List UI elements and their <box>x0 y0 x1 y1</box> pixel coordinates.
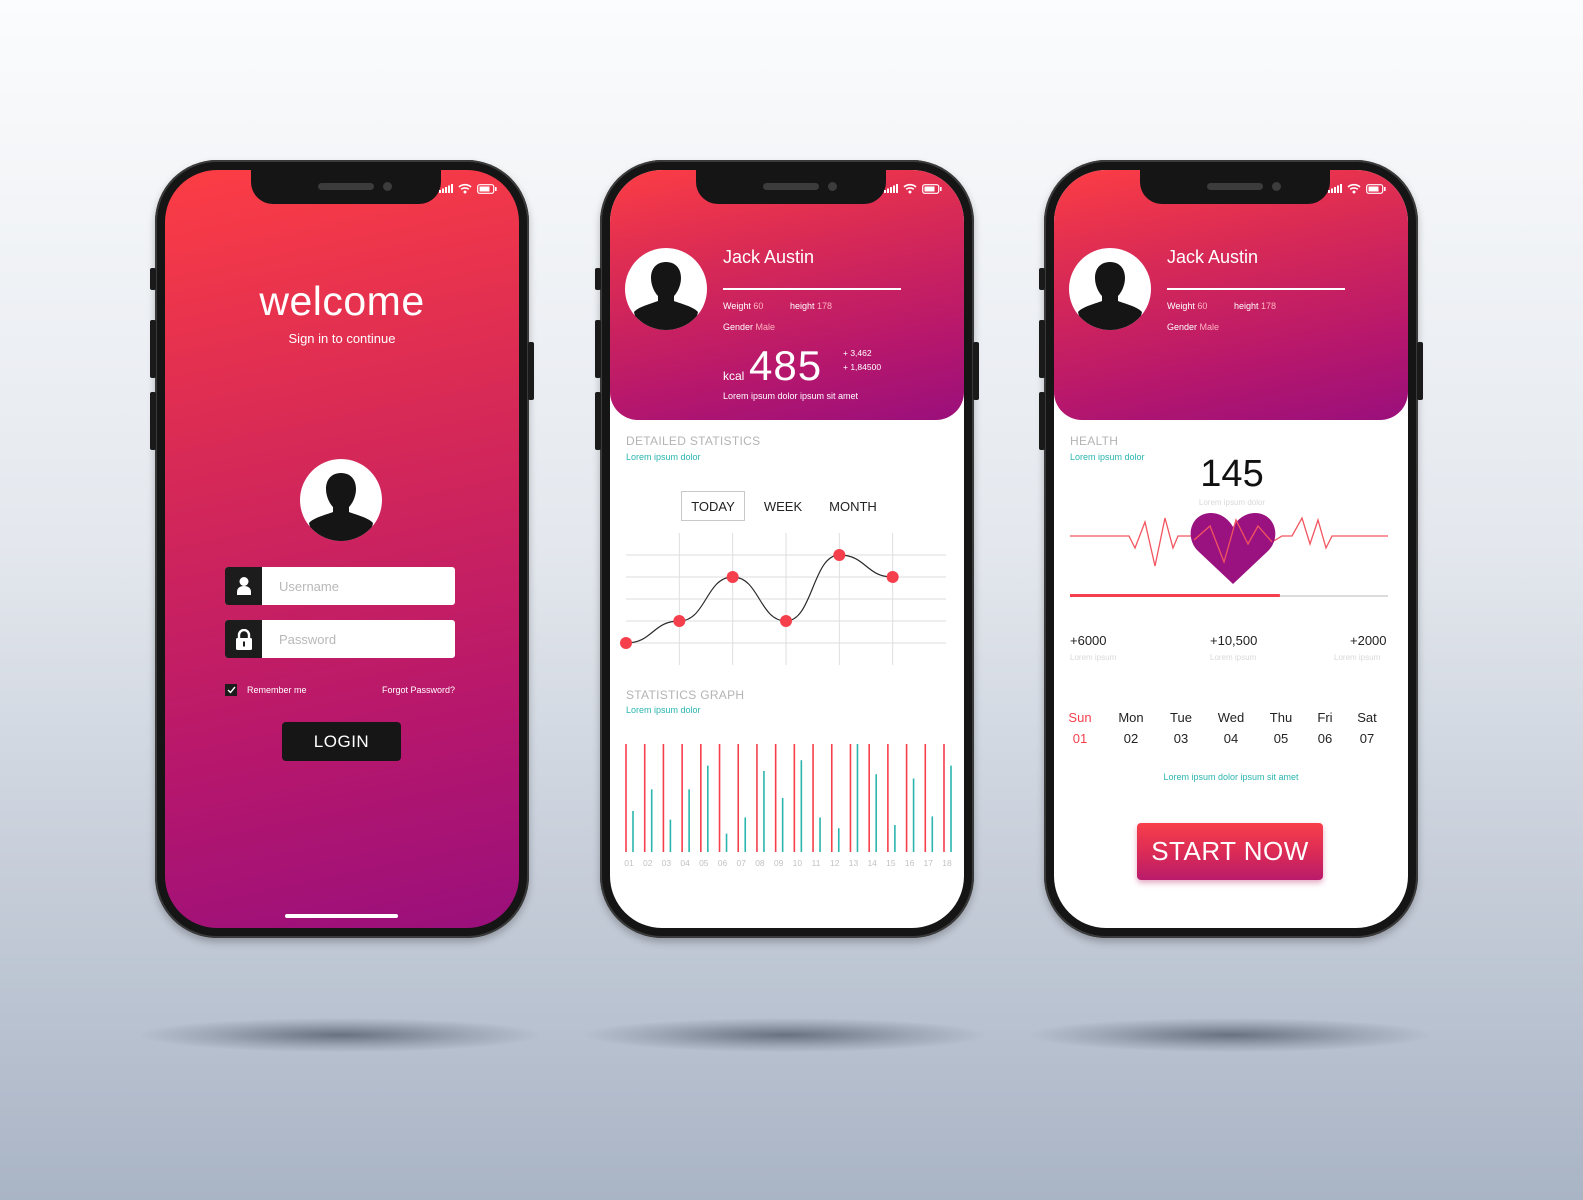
wifi-icon <box>903 183 917 194</box>
side-button <box>1039 268 1045 290</box>
metric-value-1: +6000 <box>1070 633 1107 648</box>
phone-shadow <box>585 1018 985 1052</box>
progress-fill <box>1070 594 1280 597</box>
bar-tick-label: 12 <box>830 858 840 868</box>
day-tue[interactable]: Tue <box>1159 710 1203 725</box>
bar-tick-label: 11 <box>812 858 821 868</box>
bar-tick-label: 06 <box>718 858 728 868</box>
user-icon <box>225 567 262 605</box>
phone-health: Jack Austin Weight 60 height 178 Gender … <box>1039 160 1423 938</box>
status-bar <box>439 183 497 194</box>
user-silhouette-icon <box>309 473 373 541</box>
notch <box>696 170 886 204</box>
status-bar <box>1328 183 1386 194</box>
start-now-button[interactable]: START NOW <box>1137 823 1323 880</box>
heart-icon <box>1190 513 1276 584</box>
day-sun[interactable]: Sun <box>1058 710 1102 725</box>
forgot-password-link[interactable]: Forgot Password? <box>382 685 455 695</box>
day-thu[interactable]: Thu <box>1259 710 1303 725</box>
date-03[interactable]: 03 <box>1159 731 1203 746</box>
phone-shadow <box>1030 1018 1430 1052</box>
bar-tick-label: 09 <box>774 858 784 868</box>
battery-icon <box>477 183 497 194</box>
bar-chart: 01 02 03 04 05 06 07 08 09 10 11 12 13 14 15 16 17 18 <box>624 744 952 868</box>
remember-me[interactable]: Remember me <box>225 684 307 696</box>
bar-tick-label: 08 <box>755 858 765 868</box>
phone-shadow <box>140 1018 540 1052</box>
date-02[interactable]: 02 <box>1109 731 1153 746</box>
login-screen: welcome Sign in to continue Username Rem… <box>165 170 519 928</box>
signal-icon <box>1328 184 1342 193</box>
side-button <box>595 320 601 378</box>
battery-icon <box>1366 183 1386 194</box>
metric-label-3: Lorem ipsum <box>1334 653 1381 662</box>
date-01[interactable]: 01 <box>1058 731 1102 746</box>
statistics-screen: Jack Austin Weight 60 height 178 Gender … <box>610 170 964 928</box>
side-button <box>1417 342 1423 400</box>
bar-tick-label: 16 <box>905 858 915 868</box>
phone-statistics: Jack Austin Weight 60 height 178 Gender … <box>595 160 979 938</box>
bar-tick-label: 10 <box>793 858 803 868</box>
day-sat[interactable]: Sat <box>1345 710 1389 725</box>
side-button <box>150 268 156 290</box>
metric-label-2: Lorem ipsum <box>1210 653 1257 662</box>
health-screen: Jack Austin Weight 60 height 178 Gender … <box>1054 170 1408 928</box>
bar-tick-label: 03 <box>662 858 672 868</box>
date-04[interactable]: 04 <box>1209 731 1253 746</box>
bar-tick-label: 01 <box>624 858 634 868</box>
bar-tick-label: 13 <box>849 858 859 868</box>
side-button <box>1039 392 1045 450</box>
battery-icon <box>922 183 942 194</box>
side-button <box>150 320 156 378</box>
signin-subtitle: Sign in to continue <box>288 331 396 346</box>
signal-icon <box>439 184 453 193</box>
bar-tick-label: 02 <box>643 858 653 868</box>
wifi-icon <box>458 183 472 194</box>
metric-value-3: +2000 <box>1350 633 1387 648</box>
username-input[interactable] <box>262 567 455 605</box>
bar-tick-label: 07 <box>737 858 747 868</box>
side-button <box>528 342 534 400</box>
login-button[interactable]: LOGIN <box>282 722 401 761</box>
status-bar <box>884 183 942 194</box>
bar-tick-label: 14 <box>867 858 877 868</box>
side-button <box>973 342 979 400</box>
date-05[interactable]: 05 <box>1259 731 1303 746</box>
remember-checkbox[interactable] <box>225 684 237 696</box>
day-wed[interactable]: Wed <box>1209 710 1253 725</box>
bar-tick-label: 15 <box>886 858 896 868</box>
home-indicator[interactable] <box>285 914 398 918</box>
heartbeat-graphic <box>1070 513 1388 597</box>
password-field[interactable] <box>225 620 455 658</box>
day-fri[interactable]: Fri <box>1303 710 1347 725</box>
notch <box>251 170 441 204</box>
wifi-icon <box>1347 183 1361 194</box>
side-button <box>595 268 601 290</box>
username-field[interactable] <box>225 567 455 605</box>
bar-tick-label: 04 <box>680 858 690 868</box>
date-07[interactable]: 07 <box>1345 731 1389 746</box>
date-06[interactable]: 06 <box>1303 731 1347 746</box>
check-icon <box>227 686 236 694</box>
welcome-title: welcome <box>259 278 425 324</box>
side-button <box>595 392 601 450</box>
side-button <box>150 392 156 450</box>
bar-tick-label: 18 <box>942 858 952 868</box>
phone-login: welcome Sign in to continue Username Rem… <box>150 160 534 938</box>
metric-label-1: Lorem ipsum <box>1070 653 1117 662</box>
lock-icon <box>225 620 262 658</box>
day-mon[interactable]: Mon <box>1109 710 1153 725</box>
signal-icon <box>884 184 898 193</box>
bar-tick-label: 17 <box>924 858 934 868</box>
metric-value-2: +10,500 <box>1210 633 1258 648</box>
side-button <box>1039 320 1045 378</box>
login-content: welcome Sign in to continue Username Rem… <box>165 170 519 928</box>
notch <box>1140 170 1330 204</box>
remember-label: Remember me <box>247 685 307 695</box>
password-input[interactable] <box>262 620 455 658</box>
avatar <box>300 459 382 541</box>
health-caption: Lorem ipsum dolor ipsum sit amet <box>1163 772 1299 782</box>
bar-tick-label: 05 <box>699 858 709 868</box>
